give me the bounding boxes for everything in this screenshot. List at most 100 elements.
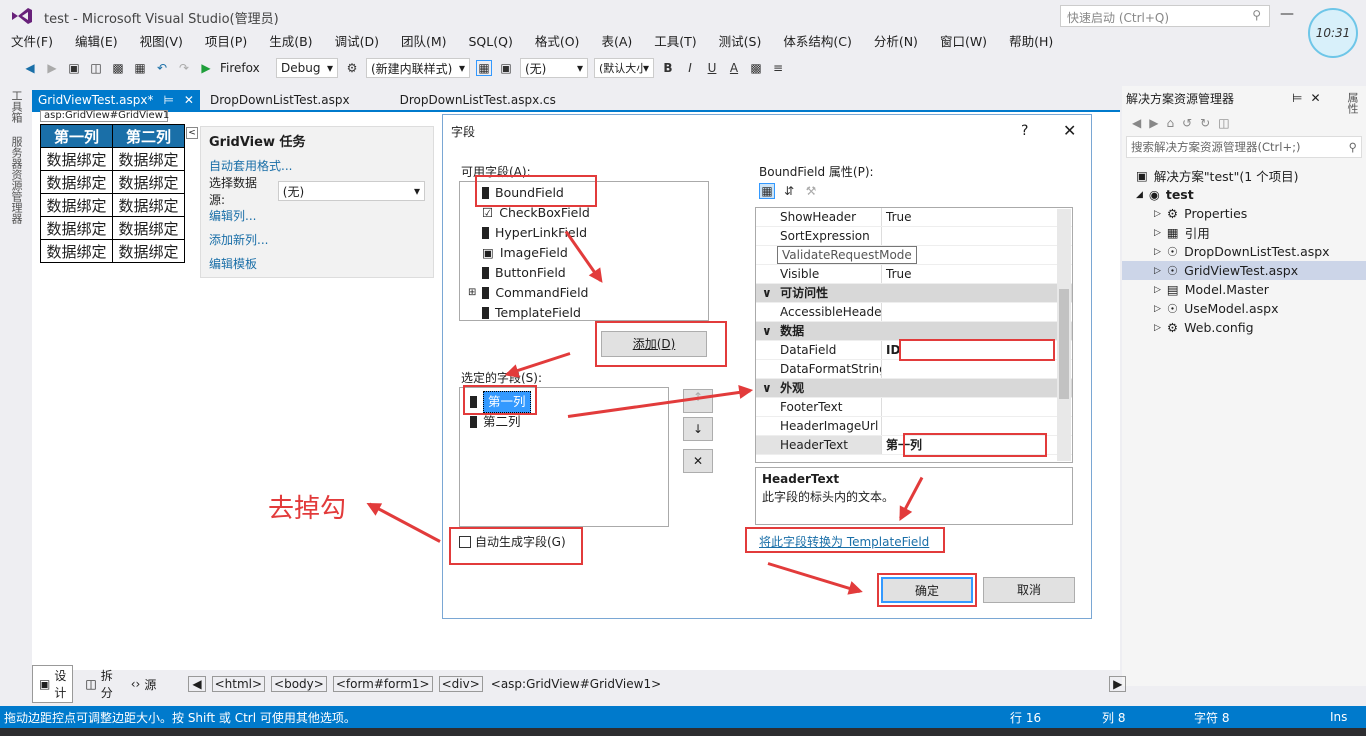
breadcrumb-item[interactable]: <body> xyxy=(271,676,327,692)
menu-edit[interactable]: 编辑(E) xyxy=(64,32,129,52)
gridview-preview[interactable]: 第一列 第二列 数据绑定 数据绑定 数据绑定 数据绑定 数据绑定 数据绑定 数据绑定 数据… xyxy=(40,124,185,263)
alphabetical-icon[interactable]: ⇵ xyxy=(781,183,797,199)
font-color-icon[interactable]: A xyxy=(726,60,742,76)
list-item[interactable]: TemplateField xyxy=(460,303,708,323)
collapsed-icon[interactable]: ▷ xyxy=(1154,323,1161,333)
menu-file[interactable]: 文件(F) xyxy=(0,32,64,52)
prop-value[interactable] xyxy=(882,360,1072,378)
quick-launch-input[interactable]: 快速启动 (Ctrl+Q) ⚲ xyxy=(1060,5,1270,27)
tree-item[interactable]: ▷ ▤ Model.Master xyxy=(1122,280,1366,299)
expand-icon[interactable]: ⊞ xyxy=(468,283,476,303)
block-format-dropdown[interactable]: (无) ▾ xyxy=(520,58,588,78)
menu-test[interactable]: 测试(S) xyxy=(708,32,773,52)
prop-value[interactable] xyxy=(882,398,1072,416)
menu-analyze[interactable]: 分析(N) xyxy=(863,32,929,52)
tree-project[interactable]: ◢ ◉ test xyxy=(1122,185,1366,204)
tab-dropdownlisttest[interactable]: DropDownListTest.aspx xyxy=(200,90,360,110)
prop-row[interactable]: AccessibleHeaderTex xyxy=(756,303,1072,322)
forward-icon[interactable]: ▶ xyxy=(44,60,60,76)
menu-format[interactable]: 格式(O) xyxy=(524,32,591,52)
breadcrumb-item[interactable]: <asp:GridView#GridView1> xyxy=(489,677,663,691)
smart-tag-button[interactable]: < xyxy=(186,127,198,139)
edit-columns-link[interactable]: 编辑列... xyxy=(201,204,433,228)
open-file-icon[interactable]: ◫ xyxy=(88,60,104,76)
font-size-dropdown[interactable]: (默认大小)▾ xyxy=(594,58,654,78)
design-view-tab[interactable]: ▣ 设计 xyxy=(32,665,74,703)
breadcrumb-item[interactable]: <div> xyxy=(438,676,483,692)
move-down-button[interactable]: ↓ xyxy=(683,417,713,441)
close-icon[interactable]: ✕ xyxy=(1063,121,1076,140)
menu-project[interactable]: 项目(P) xyxy=(194,32,258,52)
breadcrumb-item[interactable]: <form#form1> xyxy=(332,676,433,692)
list-item[interactable]: ButtonField xyxy=(460,263,708,283)
list-item[interactable]: ⊞ CommandField xyxy=(460,283,708,303)
home-icon[interactable]: ⌂ xyxy=(1166,116,1174,130)
prop-row[interactable]: Visible True xyxy=(756,265,1072,284)
properties-side-tab[interactable]: 属性 xyxy=(1344,92,1360,114)
prop-row[interactable]: DataFormatString xyxy=(756,360,1072,379)
cancel-button[interactable]: 取消 xyxy=(983,577,1075,603)
list-item[interactable]: HyperLinkField xyxy=(460,223,708,243)
prop-category[interactable]: ∨ 可访问性 xyxy=(756,284,1072,303)
collapsed-icon[interactable]: ▷ xyxy=(1154,304,1161,314)
prop-value[interactable] xyxy=(882,303,1072,321)
menu-sql[interactable]: SQL(Q) xyxy=(458,32,524,52)
edit-templates-link[interactable]: 编辑模板 xyxy=(201,252,433,276)
highlight-icon[interactable]: ▩ xyxy=(748,60,764,76)
tree-item[interactable]: ▷ ⚙ Web.config xyxy=(1122,318,1366,337)
prop-value[interactable]: True xyxy=(882,208,1072,226)
minimize-button[interactable]: — xyxy=(1280,6,1294,22)
new-project-icon[interactable]: ▣ xyxy=(66,60,82,76)
forward-icon[interactable]: ▶ xyxy=(1149,116,1158,130)
scrollbar-thumb[interactable] xyxy=(1059,289,1069,399)
menu-build[interactable]: 生成(B) xyxy=(258,32,323,52)
redo-icon[interactable]: ↷ xyxy=(176,60,192,76)
history-icon[interactable]: ↺ xyxy=(1182,116,1192,130)
menu-window[interactable]: 窗口(W) xyxy=(929,32,998,52)
collapsed-icon[interactable]: ▷ xyxy=(1154,228,1161,238)
prop-row[interactable]: SortExpression xyxy=(756,227,1072,246)
style-dropdown[interactable]: (新建内联样式) ▾ xyxy=(366,58,470,78)
save-all-icon[interactable]: ▦ xyxy=(132,60,148,76)
pin-icon[interactable]: ⊨ xyxy=(163,93,173,107)
tab-gridviewtest[interactable]: GridViewTest.aspx* ⊨ ✕ xyxy=(32,90,200,110)
prop-row[interactable]: ShowHeader True xyxy=(756,208,1072,227)
back-icon[interactable]: ◀ xyxy=(1132,116,1141,130)
refresh-icon[interactable]: ↻ xyxy=(1200,116,1210,130)
menu-table[interactable]: 表(A) xyxy=(590,32,643,52)
property-grid-scrollbar[interactable] xyxy=(1057,209,1071,461)
scroll-left-button[interactable]: ◀ xyxy=(188,676,206,692)
tree-item[interactable]: ▷ ☉ UseModel.aspx xyxy=(1122,299,1366,318)
property-pages-icon[interactable]: ⚒ xyxy=(803,183,819,199)
pin-icon[interactable]: ⊨ xyxy=(1292,91,1302,105)
italic-button[interactable]: I xyxy=(682,60,698,76)
categorized-icon[interactable]: ▦ xyxy=(759,183,775,199)
collapsed-icon[interactable]: ▷ xyxy=(1154,247,1161,257)
split-view-tab[interactable]: ◫ 拆分 xyxy=(79,666,118,702)
back-icon[interactable]: ◀ xyxy=(22,60,38,76)
prop-value[interactable] xyxy=(882,227,1072,245)
collapsed-icon[interactable]: ▷ xyxy=(1154,266,1161,276)
collapsed-icon[interactable]: ▷ xyxy=(1154,209,1161,219)
delete-button[interactable]: ✕ xyxy=(683,449,713,473)
expanded-icon[interactable]: ◢ xyxy=(1136,190,1143,200)
menu-view[interactable]: 视图(V) xyxy=(129,32,194,52)
underline-button[interactable]: U xyxy=(704,60,720,76)
tree-item[interactable]: ▷ ▦ 引用 xyxy=(1122,223,1366,242)
save-icon[interactable]: ▩ xyxy=(110,60,126,76)
list-item[interactable]: 第二列 xyxy=(460,412,668,432)
attach-style-icon[interactable]: ▣ xyxy=(498,60,514,76)
attach-icon[interactable]: ⚙ xyxy=(344,60,360,76)
help-button[interactable]: ? xyxy=(1021,123,1028,139)
close-icon[interactable]: ✕ xyxy=(1310,91,1320,105)
tree-solution-root[interactable]: ▣ 解决方案"test"(1 个项目) xyxy=(1122,166,1366,185)
collapsed-icon[interactable]: ▷ xyxy=(1154,285,1161,295)
close-icon[interactable]: ✕ xyxy=(184,93,194,107)
prop-value[interactable]: True xyxy=(882,265,1072,283)
solution-search-input[interactable]: 搜索解决方案资源管理器(Ctrl+;) ⚲ xyxy=(1126,136,1362,158)
menu-architecture[interactable]: 体系结构(C) xyxy=(772,32,862,52)
config-dropdown[interactable]: Debug ▾ xyxy=(276,58,338,78)
scroll-right-button[interactable]: ▶ xyxy=(1109,676,1127,692)
menu-tools[interactable]: 工具(T) xyxy=(643,32,707,52)
server-explorer-tab[interactable]: 服务器资源管理器 xyxy=(8,136,24,224)
